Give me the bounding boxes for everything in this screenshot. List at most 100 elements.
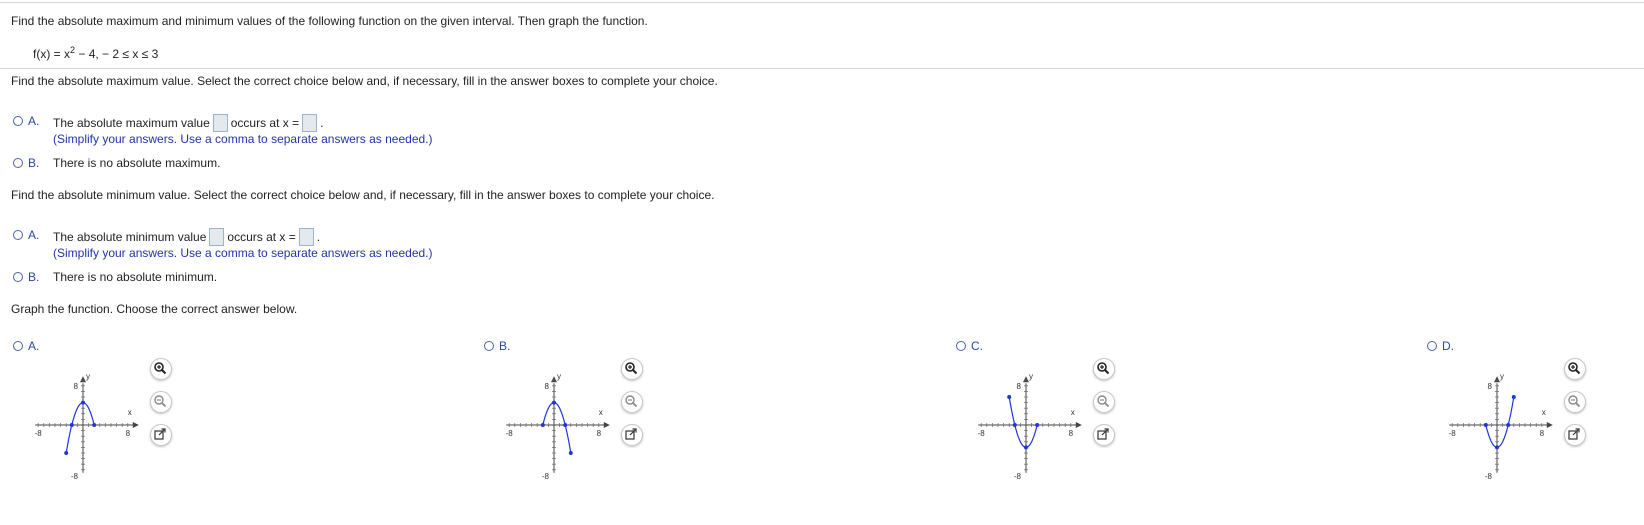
max-option-a-radio[interactable] bbox=[13, 116, 23, 126]
zoom-out-icon[interactable] bbox=[621, 391, 643, 413]
top-divider bbox=[0, 2, 1644, 3]
max-option-a[interactable]: A. bbox=[13, 114, 39, 128]
graph-option-b-radio[interactable] bbox=[484, 341, 494, 351]
max-option-b-radio[interactable] bbox=[13, 158, 23, 168]
curve-point bbox=[64, 451, 69, 455]
zoom-out-icon[interactable] bbox=[150, 391, 172, 413]
y-max-label: 8 bbox=[545, 382, 550, 391]
graph-prompt: Graph the function. Choose the correct a… bbox=[11, 302, 298, 316]
max-option-a-hint: (Simplify your answers. Use a comma to s… bbox=[53, 132, 433, 146]
y-min-label: -8 bbox=[1014, 472, 1022, 481]
x-axis-arrow bbox=[132, 422, 139, 428]
min-option-a-text-end: . bbox=[316, 230, 321, 244]
y-max-label: 8 bbox=[1488, 382, 1493, 391]
min-option-b-radio[interactable] bbox=[13, 272, 23, 282]
graph-d: y8x-8 8-8 bbox=[1449, 372, 1553, 481]
x-axis-label: x bbox=[599, 408, 603, 417]
max-option-a-letter: A. bbox=[28, 114, 40, 128]
curve-point bbox=[1007, 395, 1012, 399]
max-option-a-text-end: . bbox=[320, 116, 324, 130]
x-min-label: -8 bbox=[1449, 429, 1457, 438]
y-axis-label: y bbox=[1029, 372, 1033, 381]
x-axis-label: x bbox=[128, 408, 132, 417]
zoom-in-icon[interactable] bbox=[150, 358, 172, 380]
popout-icon[interactable] bbox=[150, 424, 172, 446]
curve-point bbox=[1511, 395, 1516, 399]
max-option-b[interactable]: B. bbox=[13, 156, 39, 170]
max-value-input[interactable] bbox=[212, 114, 228, 132]
graph-option-b-letter: B. bbox=[499, 339, 511, 353]
graph-option-d-radio[interactable] bbox=[1427, 341, 1437, 351]
graph-option-a[interactable]: A. bbox=[13, 339, 39, 353]
curve-point bbox=[1483, 423, 1488, 427]
axes: y8x-8 8-8 bbox=[506, 372, 610, 481]
axes: y8x-8 8-8 bbox=[978, 372, 1082, 481]
function-curve bbox=[542, 401, 572, 454]
min-x-input[interactable] bbox=[298, 228, 314, 246]
graph-option-b[interactable]: B. bbox=[484, 339, 510, 353]
min-value-input[interactable] bbox=[209, 228, 225, 246]
axes: y8x-8 8-8 bbox=[35, 372, 139, 481]
graph-option-c-letter: C. bbox=[971, 339, 983, 353]
y-min-label: -8 bbox=[1485, 472, 1493, 481]
curve-point bbox=[1035, 423, 1040, 427]
curve-point bbox=[568, 451, 573, 455]
x-axis-arrow bbox=[1075, 422, 1082, 428]
curve-point bbox=[69, 423, 74, 427]
max-option-b-letter: B. bbox=[28, 156, 40, 170]
x-max-label: 8 bbox=[1069, 429, 1074, 438]
curve-point bbox=[540, 423, 545, 427]
x-axis-arrow bbox=[1546, 422, 1553, 428]
function-curve bbox=[1485, 396, 1515, 449]
y-max-label: 8 bbox=[1017, 382, 1022, 391]
graph-option-a-letter: A. bbox=[28, 339, 40, 353]
curve-point bbox=[563, 423, 568, 427]
x-axis-label: x bbox=[1542, 408, 1546, 417]
graph-c: y8x-8 8-8 bbox=[978, 372, 1082, 481]
y-axis-label: y bbox=[86, 372, 90, 381]
popout-icon[interactable] bbox=[621, 424, 643, 446]
max-option-a-text-mid: occurs at x = bbox=[230, 116, 300, 130]
function-suffix: − 4, − 2 ≤ x ≤ 3 bbox=[75, 47, 159, 61]
x-min-label: -8 bbox=[35, 429, 43, 438]
curve-point bbox=[1024, 445, 1028, 450]
x-max-label: 8 bbox=[1540, 429, 1545, 438]
min-option-a-text-before: The absolute minimum value bbox=[53, 230, 207, 244]
min-option-b-text: There is no absolute minimum. bbox=[53, 270, 218, 284]
x-axis-label: x bbox=[1071, 408, 1075, 417]
min-option-b[interactable]: B. bbox=[13, 270, 39, 284]
max-prompt: Find the absolute maximum value. Select … bbox=[11, 74, 718, 88]
zoom-in-icon[interactable] bbox=[1564, 358, 1586, 380]
x-axis-arrow bbox=[603, 422, 610, 428]
x-max-label: 8 bbox=[597, 429, 602, 438]
min-option-b-letter: B. bbox=[28, 270, 40, 284]
curve-point bbox=[1495, 445, 1499, 450]
zoom-out-icon[interactable] bbox=[1564, 391, 1586, 413]
function-curve bbox=[1008, 396, 1038, 449]
popout-icon[interactable] bbox=[1564, 424, 1586, 446]
popout-icon[interactable] bbox=[1093, 424, 1115, 446]
graph-option-d[interactable]: D. bbox=[1427, 339, 1454, 353]
question-instruction: Find the absolute maximum and minimum va… bbox=[11, 14, 648, 28]
zoom-in-icon[interactable] bbox=[621, 358, 643, 380]
min-prompt: Find the absolute minimum value. Select … bbox=[11, 188, 715, 202]
function-definition: f(x) = x2 − 4, − 2 ≤ x ≤ 3 bbox=[33, 45, 158, 61]
max-option-a-text: The absolute maximum value occurs at x =. bbox=[53, 114, 323, 132]
max-option-b-text: There is no absolute maximum. bbox=[53, 156, 221, 170]
y-min-label: -8 bbox=[542, 472, 550, 481]
graph-option-a-radio[interactable] bbox=[13, 341, 23, 351]
zoom-in-icon[interactable] bbox=[1093, 358, 1115, 380]
min-option-a-radio[interactable] bbox=[13, 230, 23, 240]
axes: y8x-8 8-8 bbox=[1449, 372, 1553, 481]
function-prefix: f(x) = x bbox=[33, 47, 71, 61]
x-min-label: -8 bbox=[506, 429, 514, 438]
min-option-a-hint: (Simplify your answers. Use a comma to s… bbox=[53, 246, 433, 260]
curve-point bbox=[1506, 423, 1511, 427]
min-option-a[interactable]: A. bbox=[13, 228, 39, 242]
zoom-out-icon[interactable] bbox=[1093, 391, 1115, 413]
max-x-input[interactable] bbox=[302, 114, 318, 132]
x-min-label: -8 bbox=[978, 429, 986, 438]
graph-option-c-radio[interactable] bbox=[956, 341, 966, 351]
max-option-a-text-before: The absolute maximum value bbox=[53, 116, 210, 130]
graph-option-c[interactable]: C. bbox=[956, 339, 983, 353]
